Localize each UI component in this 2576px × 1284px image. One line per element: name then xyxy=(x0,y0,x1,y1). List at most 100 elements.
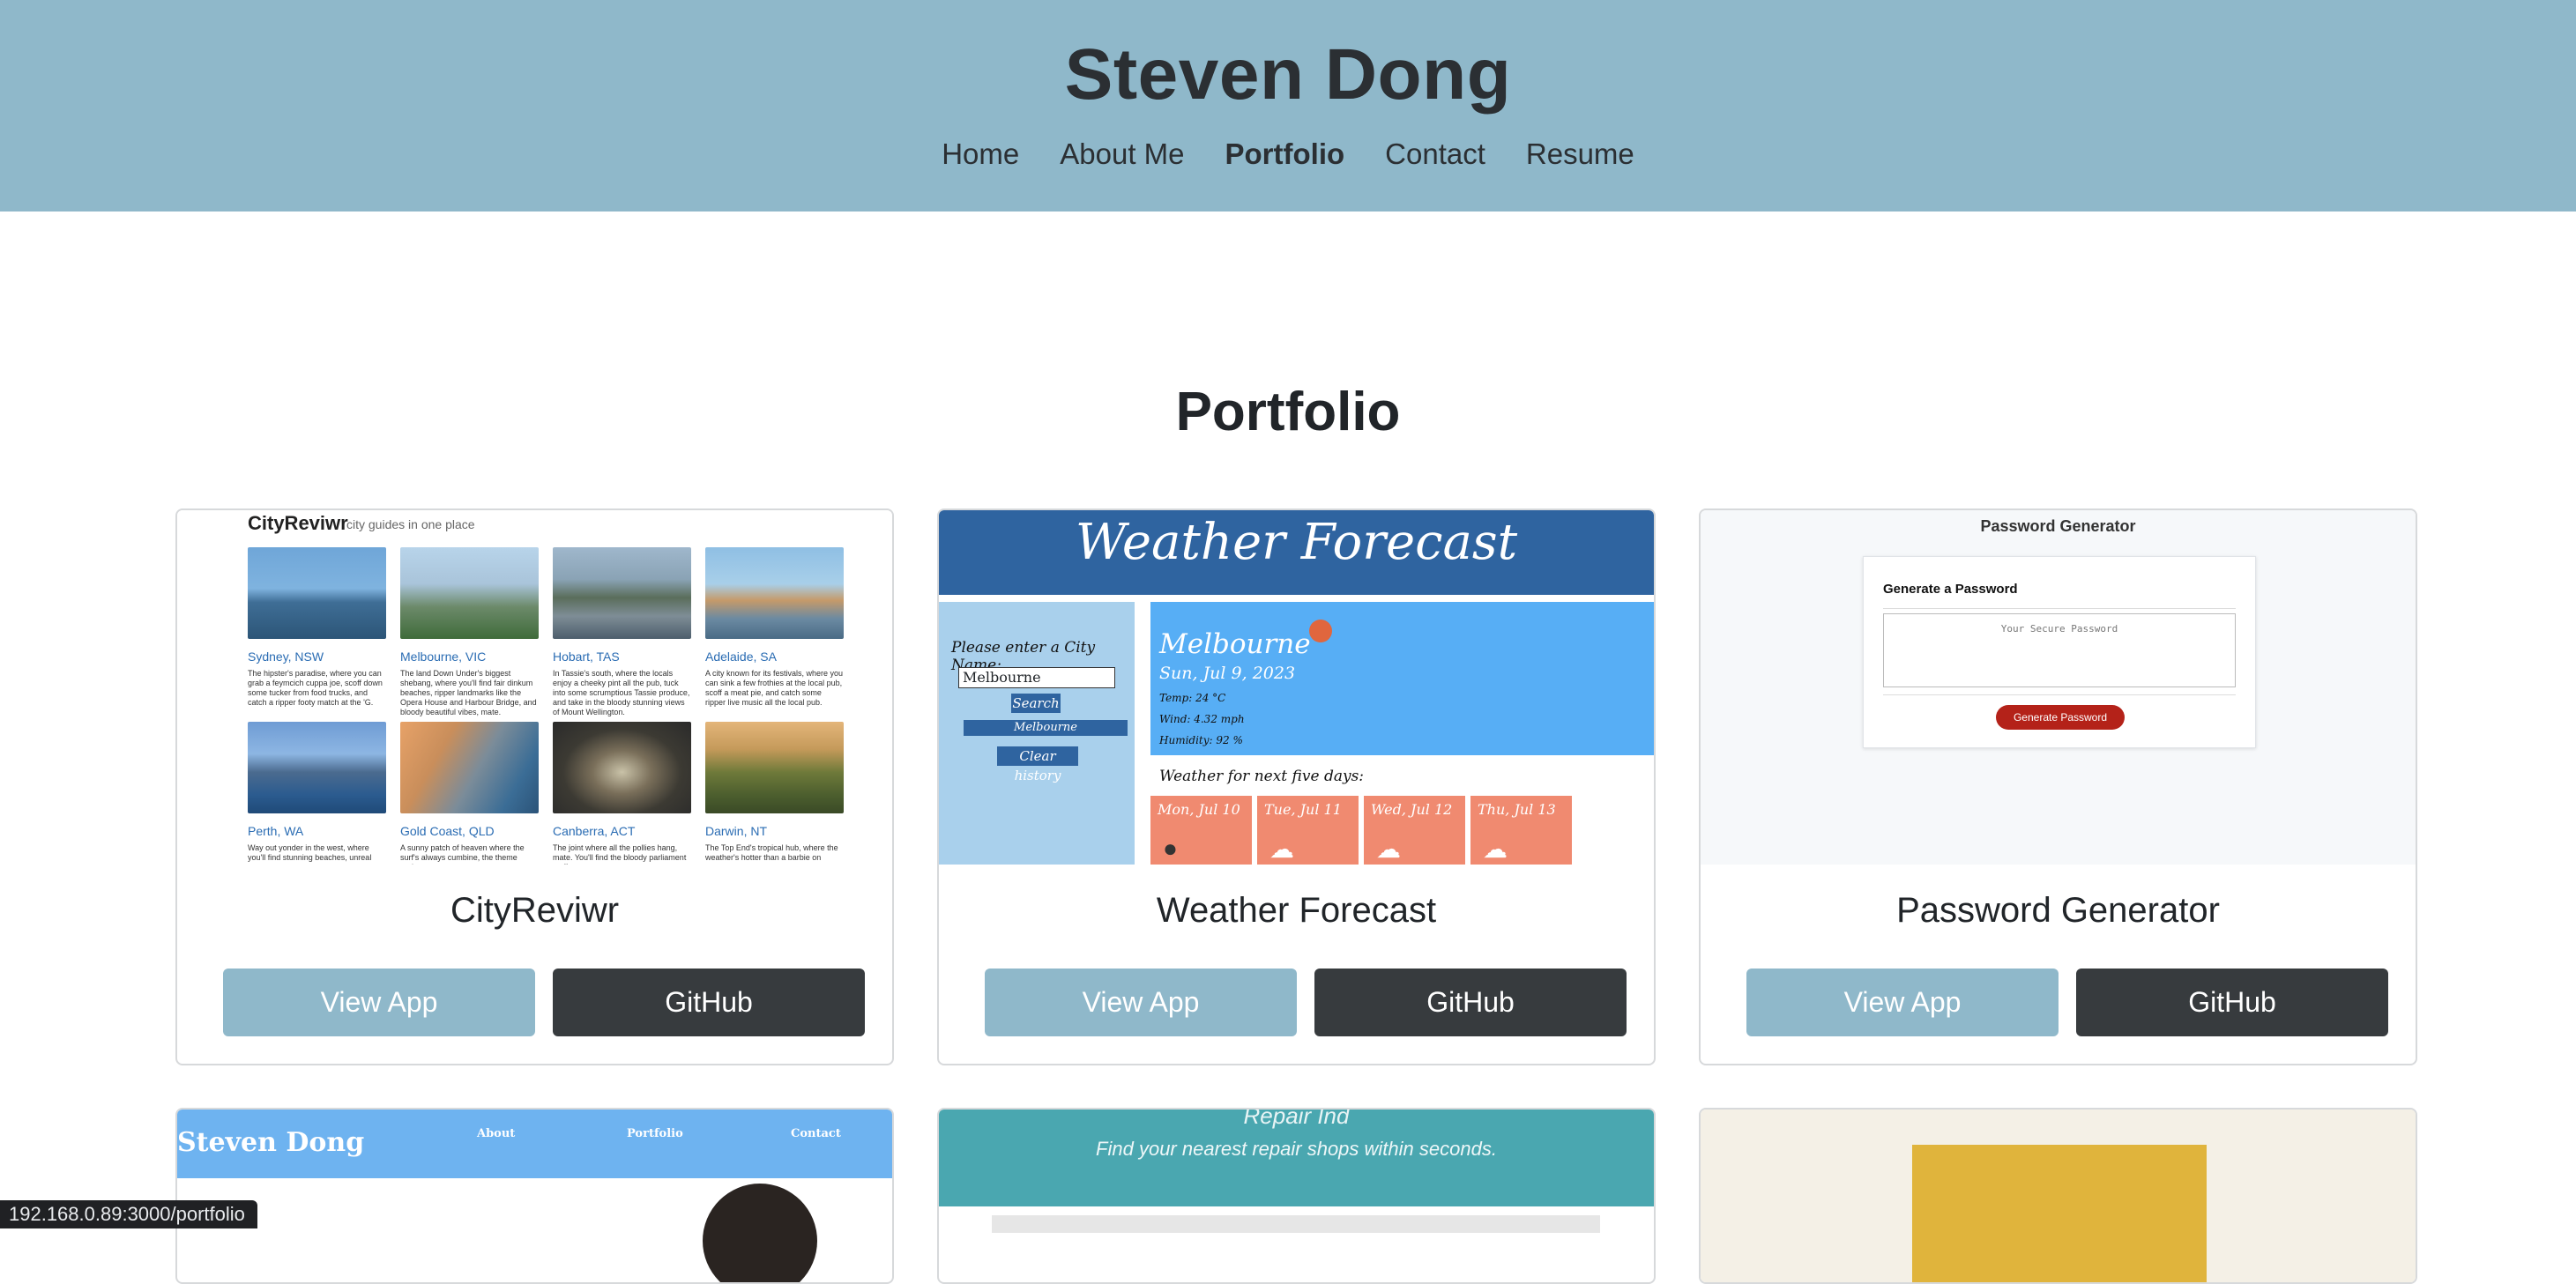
thumb-city: Melbourne xyxy=(1159,628,1311,660)
city-name: Hobart, TAS xyxy=(553,649,620,664)
city-photo xyxy=(400,547,539,639)
city-desc: Way out yonder in the west, where you'll… xyxy=(248,843,372,865)
project-card: Steven Dong About Portfolio Contact xyxy=(175,1108,894,1284)
thumb-panel: Generate a Password Your Secure Password… xyxy=(1863,556,2256,748)
forecast-day: Mon, Jul 10 ● xyxy=(1150,796,1252,865)
thumb-brand: Steven Dong xyxy=(177,1127,365,1158)
thumb-history-item: Melbourne xyxy=(964,720,1128,736)
city-desc: A sunny patch of heaven where the surf's… xyxy=(400,843,525,865)
city-desc: The land Down Under's biggest shebang, w… xyxy=(400,669,537,716)
thumb-banner: Repair Ind Find your nearest repair shop… xyxy=(939,1110,1654,1206)
forecast-day: Tue, Jul 11 ☁ xyxy=(1257,796,1359,865)
site-header: Steven Dong Home About Me Portfolio Cont… xyxy=(0,0,2576,212)
project-screenshot: CityReviwr city guides in one place Sydn… xyxy=(177,510,892,865)
city-tile: Darwin, NT The Top End's tropical hub, w… xyxy=(705,722,844,863)
city-photo xyxy=(553,547,691,639)
city-tile: Adelaide, SA A city known for its festiv… xyxy=(705,547,844,708)
thumb-banner: Steven Dong About Portfolio Contact xyxy=(177,1110,892,1178)
city-photo xyxy=(248,547,386,639)
city-name: Melbourne, VIC xyxy=(400,649,487,664)
project-screenshot: Weather Forecast Please enter a City Nam… xyxy=(939,510,1654,865)
thumb-brand: CityReviwr xyxy=(248,512,348,534)
project-card-weather-forecast: Weather Forecast Please enter a City Nam… xyxy=(937,508,1656,1065)
thumb-current-weather: Melbourne Sun, Jul 9, 2023 Temp: 24 °C W… xyxy=(1150,602,1654,755)
city-name: Sydney, NSW xyxy=(248,649,324,664)
thumb-search-button: Search xyxy=(1011,694,1061,713)
status-bar-url: 192.168.0.89:3000/portfolio xyxy=(0,1200,257,1228)
city-tile: Canberra, ACT The joint where all the po… xyxy=(553,722,691,865)
thumb-clear-button: Clear history xyxy=(997,746,1078,783)
nav-about-me[interactable]: About Me xyxy=(1060,137,1184,171)
city-tile: Perth, WA Way out yonder in the west, wh… xyxy=(248,722,386,865)
forecast-day: Thu, Jul 13 ☁ xyxy=(1470,796,1572,865)
forecast-day-label: Tue, Jul 11 xyxy=(1264,801,1342,818)
thumb-panel-title: Generate a Password xyxy=(1883,582,2018,597)
city-desc: The Top End's tropical hub, where the we… xyxy=(705,843,838,862)
thumb-generate-button: Generate Password xyxy=(1996,705,2125,730)
card-title: CityReviwr xyxy=(450,891,620,930)
project-card-password-generator: Password Generator Generate a Password Y… xyxy=(1699,508,2417,1065)
city-name: Gold Coast, QLD xyxy=(400,824,495,838)
thumb-heading: Repair Ind xyxy=(1243,1108,1350,1129)
project-screenshot: Password Generator Generate a Password Y… xyxy=(1701,510,2416,865)
city-photo xyxy=(705,547,844,639)
cloud-icon: ☁ xyxy=(1483,835,1508,863)
thumb-heading: Weather Forecast xyxy=(1075,514,1518,571)
thumb-nav-link: Contact xyxy=(791,1127,841,1140)
divider xyxy=(1883,608,2236,609)
thumb-banner: Weather Forecast xyxy=(939,510,1654,595)
thumb-heading: Password Generator xyxy=(1980,517,2136,535)
thumb-search-bar xyxy=(992,1215,1600,1233)
forecast-day-label: Mon, Jul 10 xyxy=(1158,801,1240,818)
github-button[interactable]: GitHub xyxy=(2076,969,2388,1036)
thumb-date: Sun, Jul 9, 2023 xyxy=(1159,664,1296,683)
thumb-nav-link: About xyxy=(477,1127,516,1140)
forecast-day-label: Thu, Jul 13 xyxy=(1478,801,1556,818)
thumb-image xyxy=(1912,1145,2207,1282)
thumb-city-input: Melbourne xyxy=(958,667,1115,688)
nav-contact[interactable]: Contact xyxy=(1385,137,1485,171)
view-app-button[interactable]: View App xyxy=(985,969,1297,1036)
project-card xyxy=(1699,1108,2417,1284)
thumb-password-box: Your Secure Password xyxy=(1883,613,2236,687)
city-tile: Hobart, TAS In Tassie's south, where the… xyxy=(553,547,691,717)
sun-icon xyxy=(1309,620,1332,642)
city-desc: The joint where all the pollies hang, ma… xyxy=(553,843,687,865)
nav-home[interactable]: Home xyxy=(942,137,1019,171)
city-tile: Gold Coast, QLD A sunny patch of heaven … xyxy=(400,722,539,865)
thumb-subheading: Find your nearest repair shops within se… xyxy=(1096,1138,1497,1160)
card-title: Password Generator xyxy=(1896,891,2220,930)
thumb-five-day-label: Weather for next five days: xyxy=(1159,768,1365,785)
thumb-tagline: city guides in one place xyxy=(346,517,475,531)
github-button[interactable]: GitHub xyxy=(1314,969,1627,1036)
city-desc: The hipster's paradise, where you can gr… xyxy=(248,669,383,707)
city-desc: In Tassie's south, where the locals enjo… xyxy=(553,669,690,716)
city-tile: Sydney, NSW The hipster's paradise, wher… xyxy=(248,547,386,708)
thumb-temp: Temp: 24 °C xyxy=(1159,692,1226,704)
project-card-cityreviwr: CityReviwr city guides in one place Sydn… xyxy=(175,508,894,1065)
cloud-icon: ☁ xyxy=(1376,835,1401,863)
profile-photo xyxy=(703,1184,817,1282)
city-tile: Melbourne, VIC The land Down Under's big… xyxy=(400,547,539,717)
portfolio-heading: Portfolio xyxy=(1175,382,1401,442)
site-title: Steven Dong xyxy=(1064,34,1512,115)
city-name: Adelaide, SA xyxy=(705,649,777,664)
cloud-icon: ☁ xyxy=(1269,835,1294,863)
view-app-button[interactable]: View App xyxy=(1746,969,2059,1036)
project-card: Repair Ind Find your nearest repair shop… xyxy=(937,1108,1656,1284)
github-button[interactable]: GitHub xyxy=(553,969,865,1036)
thumb-search-panel: Please enter a City Name: Melbourne Sear… xyxy=(939,602,1135,865)
divider xyxy=(1883,694,2236,695)
view-app-button[interactable]: View App xyxy=(223,969,535,1036)
thumb-wind: Wind: 4.32 mph xyxy=(1159,713,1245,725)
city-name: Darwin, NT xyxy=(705,824,768,838)
forecast-day-label: Wed, Jul 12 xyxy=(1371,801,1453,818)
city-photo xyxy=(248,722,386,813)
city-desc: A city known for its festivals, where yo… xyxy=(705,669,844,707)
card-title: Weather Forecast xyxy=(1156,891,1437,930)
nav-resume[interactable]: Resume xyxy=(1526,137,1634,171)
city-photo xyxy=(553,722,691,813)
nav-portfolio[interactable]: Portfolio xyxy=(1225,137,1345,171)
thumb-nav-link: Portfolio xyxy=(627,1127,683,1140)
thumb-humidity: Humidity: 92 % xyxy=(1159,734,1243,746)
